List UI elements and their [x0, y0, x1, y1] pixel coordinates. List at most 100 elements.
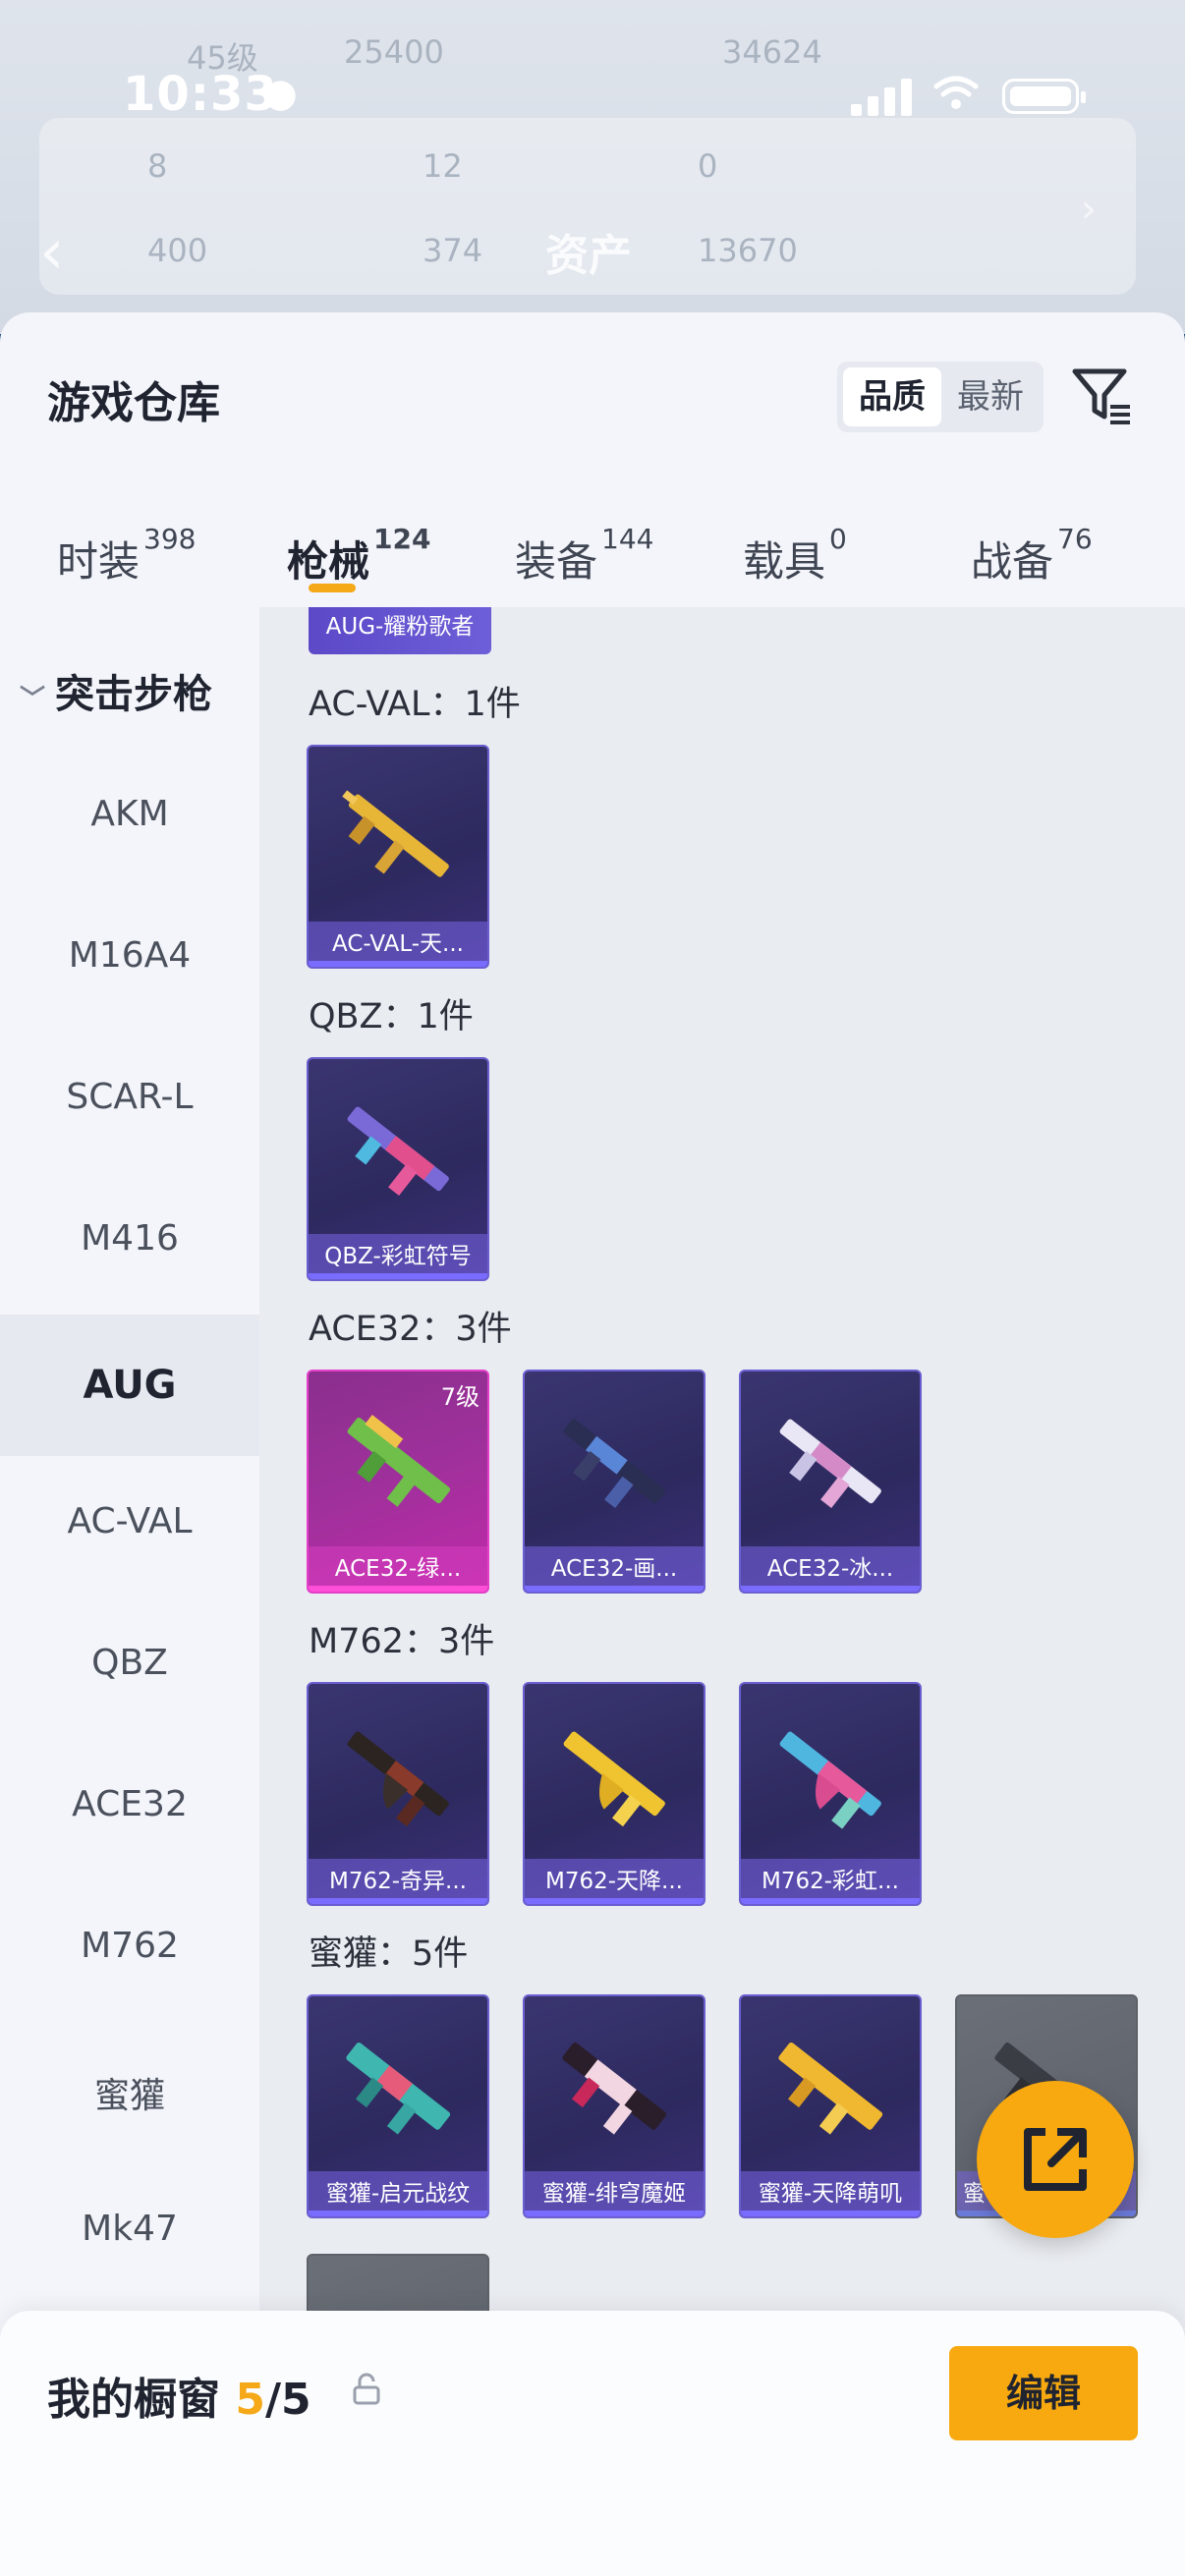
- tab-count: 144: [601, 523, 654, 555]
- tab-label: 枪械: [287, 537, 370, 586]
- category-group-label: 突击步枪: [55, 672, 213, 717]
- category-item-ace32[interactable]: ACE32: [0, 1784, 259, 1824]
- skin-card-partial[interactable]: AUG-耀粉歌者: [309, 607, 491, 654]
- gun-icon: [779, 1419, 881, 1508]
- tab-vehicles[interactable]: 载具 0: [743, 523, 847, 588]
- category-item-mk47[interactable]: Mk47: [0, 2209, 259, 2249]
- category-item-aug[interactable]: AUG: [0, 1315, 259, 1456]
- skin-card[interactable]: 蜜獾-绯穹魔姬: [523, 1994, 705, 2218]
- window-count-total: /5: [264, 2375, 311, 2425]
- bg-stat-e: 0: [698, 147, 718, 185]
- signal-icon: [851, 77, 912, 116]
- wifi-icon: [931, 73, 981, 123]
- category-item-akm[interactable]: AKM: [0, 794, 259, 834]
- rarity-bar: [309, 2211, 487, 2216]
- skin-card[interactable]: 蜜獾-天降萌叽: [739, 1994, 922, 2218]
- window-count-current: 5: [235, 2375, 265, 2425]
- active-tab-indicator: [309, 584, 356, 592]
- share-button[interactable]: [977, 2081, 1134, 2238]
- group-title: QBZ：1件: [309, 997, 474, 1036]
- category-item-ac-val[interactable]: AC-VAL: [0, 1501, 259, 1541]
- skin-card[interactable]: M762-奇异...: [307, 1682, 489, 1906]
- sort-quality-button[interactable]: 品质: [843, 367, 941, 426]
- warehouse-sheet: 游戏仓库 品质 最新 时装 398 枪械 124 装备 144 载具 0 战备 76 ﹀ 突…: [0, 312, 1185, 2576]
- weapon-category-list: ﹀ 突击步枪 AKM M16A4 SCAR-L M416 AUG AC-VAL Q…: [0, 607, 259, 2444]
- group-title: AC-VAL：1件: [309, 685, 521, 724]
- skin-card[interactable]: QBZ-彩虹符号: [307, 1057, 489, 1281]
- tab-supplies[interactable]: 战备 76: [971, 523, 1093, 588]
- bg-stat-a: 25400: [344, 33, 444, 71]
- rarity-bar: [741, 2211, 920, 2216]
- bg-stat-h: 13670: [698, 232, 798, 269]
- tab-count: 124: [373, 523, 431, 555]
- category-item-honey-badger[interactable]: 蜜獾: [0, 2067, 259, 2118]
- back-icon[interactable]: ‹: [39, 216, 65, 289]
- bottom-bar: 我的橱窗 5/5 编辑: [0, 2311, 1185, 2576]
- rarity-bar: [525, 1586, 704, 1592]
- gun-icon: [347, 1106, 449, 1196]
- paw-icon: ●: [263, 71, 298, 116]
- tab-label: 战备: [971, 537, 1054, 586]
- chevron-right-icon: ›: [1081, 187, 1097, 232]
- background-header: 45级 25400 34624 8 12 0 400 374 13670 ‹ 资…: [0, 0, 1185, 334]
- bg-stat-d: 12: [423, 147, 463, 185]
- group-title: 蜜獾：5件: [309, 1934, 469, 1974]
- skin-card[interactable]: 7级 ACE32-绿...: [307, 1370, 489, 1594]
- rarity-bar: [741, 1586, 920, 1592]
- tab-count: 76: [1057, 523, 1093, 555]
- tab-label: 时装: [57, 537, 141, 586]
- lock-icon: [353, 2373, 380, 2405]
- sheet-title: 游戏仓库: [47, 378, 220, 428]
- my-window-label: 我的橱窗 5/5: [47, 2364, 311, 2427]
- category-group-header[interactable]: ﹀ 突击步枪: [20, 662, 212, 719]
- category-item-qbz[interactable]: QBZ: [0, 1643, 259, 1683]
- tab-equipment[interactable]: 装备 144: [515, 523, 653, 588]
- gun-icon: [347, 1731, 449, 1827]
- bg-stat-b: 34624: [722, 33, 822, 71]
- share-icon: [1024, 2128, 1087, 2191]
- category-item-m16a4[interactable]: M16A4: [0, 935, 259, 976]
- tab-label: 装备: [515, 537, 598, 586]
- rarity-bar: [309, 961, 487, 967]
- tab-firearms[interactable]: 枪械 124: [287, 523, 430, 588]
- gun-icon: [563, 1731, 665, 1827]
- rarity-bar: [741, 1898, 920, 1904]
- category-item-scar-l[interactable]: SCAR-L: [0, 1077, 259, 1117]
- category-item-m762[interactable]: M762: [0, 1926, 259, 1966]
- rarity-bar: [309, 1898, 487, 1904]
- my-window-title: 我的橱窗: [47, 2375, 220, 2425]
- group-title: M762：3件: [309, 1622, 495, 1661]
- rarity-bar: [525, 2211, 704, 2216]
- group-title: ACE32：3件: [309, 1310, 512, 1349]
- edit-button[interactable]: 编辑: [949, 2346, 1138, 2440]
- bg-stat-f: 400: [147, 232, 208, 269]
- skin-card[interactable]: ACE32-冰...: [739, 1370, 922, 1594]
- status-time: 10:33: [123, 67, 278, 122]
- rarity-bar: [525, 1898, 704, 1904]
- gun-icon: [342, 790, 449, 877]
- battery-icon: [1002, 79, 1086, 114]
- gun-icon: [563, 1419, 665, 1508]
- gun-icon: [347, 1415, 451, 1507]
- filter-icon[interactable]: [1069, 364, 1134, 428]
- tab-count: 0: [829, 523, 847, 555]
- category-item-m416[interactable]: M416: [0, 1218, 259, 1259]
- skin-card[interactable]: ACE32-画...: [523, 1370, 705, 1594]
- tab-count: 398: [143, 523, 197, 555]
- chevron-down-icon: ﹀: [20, 685, 46, 714]
- tab-label: 载具: [743, 537, 826, 586]
- bg-stat-c: 8: [147, 147, 168, 185]
- rarity-bar: [309, 1586, 487, 1592]
- skin-card[interactable]: 蜜獾-启元战纹: [307, 1994, 489, 2218]
- gun-icon: [778, 2042, 883, 2135]
- skin-card[interactable]: AC-VAL-天...: [307, 745, 489, 969]
- tab-fashion[interactable]: 时装 398: [57, 523, 196, 588]
- sort-toggle: 品质 最新: [837, 362, 1044, 432]
- sort-newest-button[interactable]: 最新: [941, 367, 1040, 426]
- skin-card[interactable]: M762-天降...: [523, 1682, 705, 1906]
- gun-icon: [779, 1731, 881, 1829]
- category-tabs: 时装 398 枪械 124 装备 144 载具 0 战备 76: [0, 489, 1185, 607]
- bg-stat-g: 374: [423, 232, 483, 269]
- bg-page-title: 资产: [545, 231, 632, 281]
- skin-card[interactable]: M762-彩虹...: [739, 1682, 922, 1906]
